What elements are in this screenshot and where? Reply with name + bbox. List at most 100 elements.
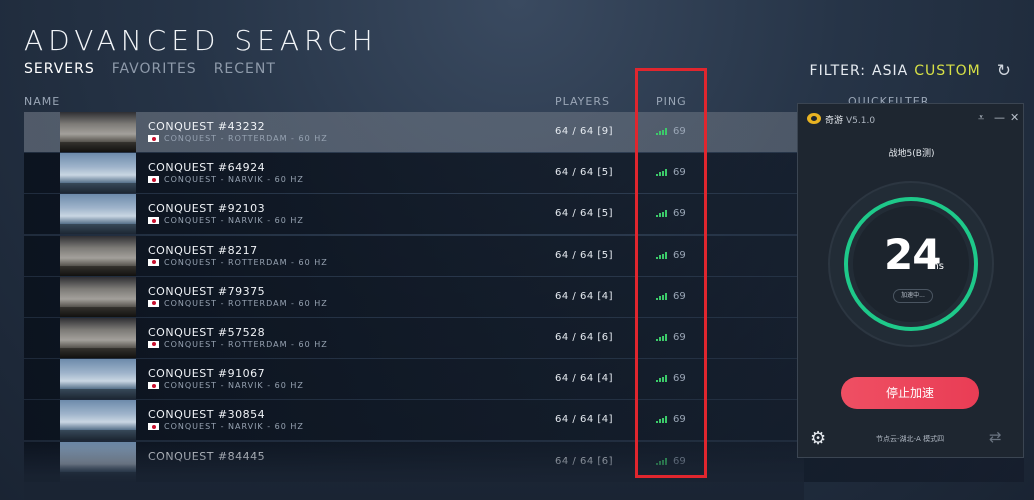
map-thumbnail xyxy=(60,194,136,235)
map-thumbnail xyxy=(60,441,136,482)
server-name: CONQUEST #64924 xyxy=(148,161,266,175)
game-name: 战地5(B测) xyxy=(888,149,935,159)
server-name: CONQUEST #79375 xyxy=(148,284,266,298)
map-thumbnail xyxy=(60,317,136,358)
player-count: 64 / 64 [5] xyxy=(555,208,614,220)
ping-value: 69 xyxy=(673,414,686,426)
signal-icon xyxy=(656,416,667,424)
server-details: CONQUEST - ROTTERDAM - 60 HZ xyxy=(148,299,328,308)
japan-flag-icon xyxy=(148,299,159,307)
japan-flag-icon xyxy=(148,340,159,348)
server-mode-map: CONQUEST - NARVIK - 60 HZ xyxy=(164,175,304,185)
server-details: CONQUEST - NARVIK - 60 HZ xyxy=(148,216,304,225)
gear-icon[interactable]: ⚙ xyxy=(810,428,826,449)
dropdown-icon[interactable]: ⩡ xyxy=(978,111,984,125)
server-mode-map: CONQUEST - ROTTERDAM - 60 HZ xyxy=(164,298,328,308)
ping-value: 69 xyxy=(673,373,686,385)
signal-icon xyxy=(656,333,667,341)
node-info: 节点云-湖北-A 模式四 xyxy=(876,435,945,443)
player-count: 64 / 64 [6] xyxy=(555,331,614,343)
server-mode-map: CONQUEST - ROTTERDAM - 60 HZ xyxy=(164,339,328,349)
column-header-name[interactable]: NAME xyxy=(24,95,60,108)
ping-cell: 69 xyxy=(656,167,686,178)
ping-value: 69 xyxy=(673,290,686,302)
signal-icon xyxy=(656,457,667,465)
ping-cell: 69 xyxy=(656,373,686,384)
signal-icon xyxy=(656,169,667,177)
booster-panel: 奇游 V5.1.0 ⩡ — ✕ 战地5(B测) 24 ms 加速中... 停止加速… xyxy=(797,103,1024,458)
ping-cell: 69 xyxy=(656,332,686,343)
server-details: CONQUEST - NARVIK - 60 HZ xyxy=(148,175,304,184)
server-details: CONQUEST - ROTTERDAM - 60 HZ xyxy=(148,258,328,267)
minimize-icon[interactable]: — xyxy=(994,111,1005,124)
server-mode-map: CONQUEST - ROTTERDAM - 60 HZ xyxy=(164,134,328,143)
status-pill: 加速中... xyxy=(893,289,933,303)
signal-icon xyxy=(656,292,667,300)
swap-icon[interactable]: ⇄ xyxy=(989,428,1002,446)
japan-flag-icon xyxy=(148,176,159,184)
ping-value: 69 xyxy=(673,126,686,137)
booster-brand: 奇游 xyxy=(825,116,844,126)
tab-servers[interactable]: SERVERS xyxy=(24,61,95,77)
server-details: CONQUEST - ROTTERDAM - 60 HZ xyxy=(148,134,328,143)
map-thumbnail xyxy=(60,400,136,441)
server-mode-map: CONQUEST - ROTTERDAM - 60 HZ xyxy=(164,257,328,267)
japan-flag-icon xyxy=(148,217,159,225)
server-name: CONQUEST #91067 xyxy=(148,367,266,381)
tab-recent[interactable]: RECENT xyxy=(214,61,276,77)
ping-value: 69 xyxy=(673,331,686,343)
player-count: 64 / 64 [4] xyxy=(555,290,614,302)
japan-flag-icon xyxy=(148,382,159,390)
booster-logo-icon xyxy=(807,113,821,124)
latency-unit: ms xyxy=(929,261,944,272)
ping-value: 69 xyxy=(673,249,686,261)
japan-flag-icon xyxy=(148,135,159,142)
server-name: CONQUEST #84445 xyxy=(148,449,266,463)
server-mode-map: CONQUEST - NARVIK - 60 HZ xyxy=(164,381,304,391)
map-thumbnail xyxy=(60,359,136,400)
signal-icon xyxy=(656,375,667,383)
filter-summary[interactable]: FILTER: ASIA CUSTOM ↻ xyxy=(810,61,1012,81)
server-mode-map: CONQUEST - NARVIK - 60 HZ xyxy=(164,216,304,226)
ping-cell: 69 xyxy=(656,456,686,467)
signal-icon xyxy=(656,210,667,218)
tab-bar: SERVERS FAVORITES RECENT xyxy=(24,61,276,77)
player-count: 64 / 64 [5] xyxy=(555,167,614,179)
page-title: ADVANCED SEARCH xyxy=(24,24,378,57)
ping-cell: 69 xyxy=(656,208,686,219)
japan-flag-icon xyxy=(148,258,159,266)
ping-cell: 69 xyxy=(656,250,686,261)
ping-value: 69 xyxy=(673,455,686,467)
close-icon[interactable]: ✕ xyxy=(1010,111,1019,124)
japan-flag-icon xyxy=(148,423,159,431)
booster-version: V5.1.0 xyxy=(846,116,876,126)
ping-value: 69 xyxy=(673,167,686,179)
server-name: CONQUEST #43232 xyxy=(148,120,266,133)
server-name: CONQUEST #57528 xyxy=(148,325,266,339)
player-count: 64 / 64 [4] xyxy=(555,414,614,426)
player-count: 64 / 64 [4] xyxy=(555,373,614,385)
player-count: 64 / 64 [6] xyxy=(555,455,614,467)
server-details: CONQUEST - NARVIK - 60 HZ xyxy=(148,381,304,390)
booster-title: 奇游 V5.1.0 xyxy=(825,113,875,126)
column-header-ping[interactable]: PING xyxy=(656,95,687,108)
map-thumbnail xyxy=(60,153,136,194)
server-name: CONQUEST #8217 xyxy=(148,243,258,257)
column-header-players[interactable]: PLAYERS xyxy=(555,95,610,108)
server-name: CONQUEST #92103 xyxy=(148,202,266,216)
filter-prefix: FILTER: xyxy=(809,63,867,79)
ping-cell: 69 xyxy=(656,126,686,137)
ping-cell: 69 xyxy=(656,414,686,425)
filter-region: ASIA xyxy=(872,63,909,79)
ping-cell: 69 xyxy=(656,291,686,302)
player-count: 64 / 64 [5] xyxy=(555,249,614,261)
signal-icon xyxy=(656,251,667,259)
refresh-icon[interactable]: ↻ xyxy=(997,61,1012,81)
stop-boost-button[interactable]: 停止加速 xyxy=(841,377,979,409)
map-thumbnail xyxy=(60,235,136,276)
map-thumbnail xyxy=(60,112,136,152)
ping-value: 69 xyxy=(673,208,686,220)
server-mode-map: CONQUEST - NARVIK - 60 HZ xyxy=(164,422,304,432)
server-details: CONQUEST - NARVIK - 60 HZ xyxy=(148,422,304,431)
tab-favorites[interactable]: FAVORITES xyxy=(112,61,197,77)
